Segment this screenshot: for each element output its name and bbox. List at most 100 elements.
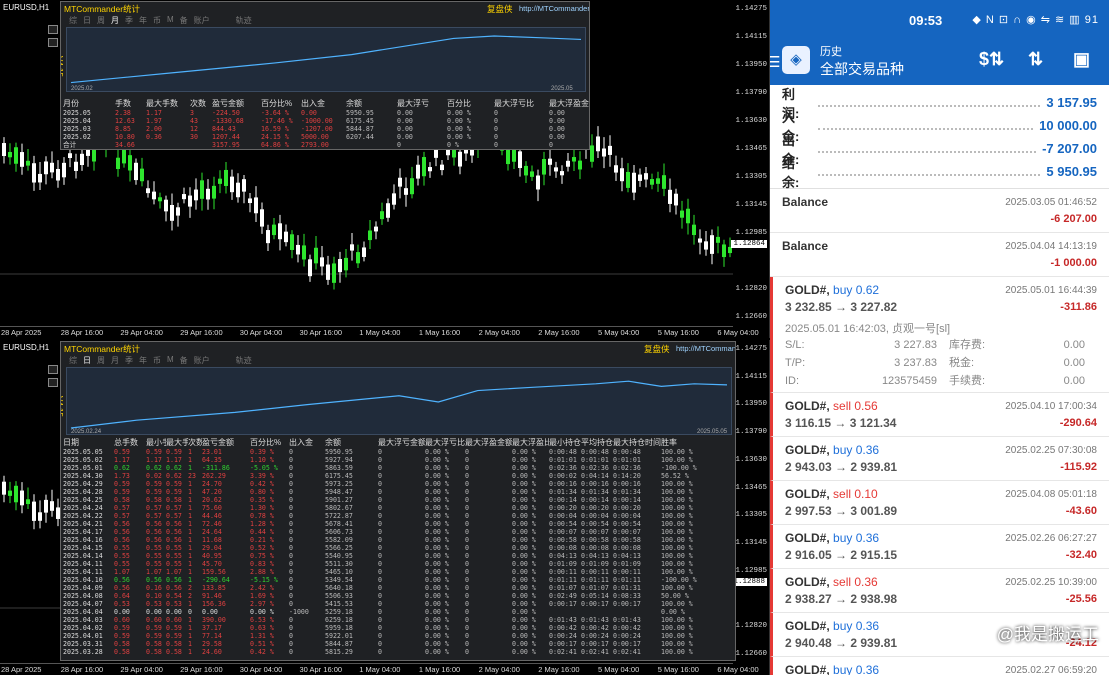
table-header: 胜率 xyxy=(661,438,677,447)
table-cell: 0.00 % xyxy=(512,512,536,520)
stats-tab[interactable]: 季 xyxy=(125,15,133,26)
stats-tab[interactable]: 综 xyxy=(69,15,77,26)
record-pl: -43.60 xyxy=(1065,505,1097,517)
menu-icon[interactable]: ☰ xyxy=(770,53,780,71)
trade-record[interactable]: GOLD#, sell 0.56 2025.04.10 17:00:34 3 116… xyxy=(770,393,1109,437)
candle-body xyxy=(608,145,612,155)
candle-body xyxy=(44,499,48,513)
stats-tab[interactable]: 年 xyxy=(139,355,147,366)
table-cell: 0:00:04 xyxy=(581,512,609,520)
trade-record-expanded[interactable]: GOLD#, buy 0.62 2025.05.01 16:44:39 3 232.… xyxy=(770,277,1109,393)
table-row: 2025.03.31 0.58 0.58 0.58 1 29.58 0.51 % 0 5844.… xyxy=(63,640,711,648)
stats-tab[interactable]: 币 xyxy=(153,15,161,26)
candle-body xyxy=(74,161,78,171)
trade-record[interactable]: GOLD#, buy 0.36 2025.02.26 06:27:27 2 916.… xyxy=(770,525,1109,569)
stats-track-tab[interactable]: 轨迹 xyxy=(236,15,252,26)
stats-tab[interactable]: M xyxy=(167,355,174,366)
stats-tab[interactable]: 日 xyxy=(83,355,91,366)
table-cell: 0:00:11 xyxy=(549,568,577,576)
table-cell: 2.00 xyxy=(146,125,162,133)
summary-value: 5 950.95 xyxy=(1046,164,1097,179)
candle-body xyxy=(14,485,18,503)
history-list[interactable]: Balance 2025.03.05 01:46:52 -6 207.00 Balan… xyxy=(770,189,1109,675)
price-tick: 1.12820 xyxy=(735,285,767,293)
stats-tab[interactable]: 月 xyxy=(111,355,119,366)
balance-record[interactable]: Balance 2025.03.05 01:46:52 -6 207.00 xyxy=(770,189,1109,233)
stats-tab[interactable]: 季 xyxy=(125,355,133,366)
candle-body xyxy=(2,481,6,495)
mtcommander-stats-window[interactable]: MTCommander统计 复盘侠 http://MTCommander.com… xyxy=(60,1,590,150)
table-cell: 0.55 xyxy=(114,560,130,568)
table-cell: 0 xyxy=(378,528,382,536)
stats-tab[interactable]: 币 xyxy=(153,355,161,366)
record-price: 3 116.15 → 3 121.34 xyxy=(785,416,897,430)
stats-tab[interactable]: 备 xyxy=(180,355,188,366)
candle-body xyxy=(290,234,294,250)
table-cell: 1.17 xyxy=(146,109,162,117)
table-cell: 0.00 % xyxy=(425,488,449,496)
stats-tab[interactable]: 月 xyxy=(111,15,119,26)
stats-tab-bar[interactable]: 综日周月季年币 M 备账户 轨迹 xyxy=(69,355,252,366)
table-cell: 0.00 % xyxy=(425,616,449,624)
chart-control-box[interactable] xyxy=(48,365,58,374)
table-cell: 0:02:41 xyxy=(581,648,609,656)
candle-body xyxy=(134,162,138,181)
stats-url-link[interactable]: http://MTCommander.com xyxy=(519,4,589,13)
table-cell: 0 xyxy=(378,464,382,472)
stats-tab[interactable]: 账户 xyxy=(194,355,210,366)
dollar-sort-icon[interactable]: $⇅ xyxy=(979,49,1004,70)
chart-control-box[interactable] xyxy=(48,25,58,34)
chart-control-box[interactable] xyxy=(48,38,58,47)
table-cell: 0.56 xyxy=(166,584,182,592)
table-cell: 0.00 % xyxy=(425,648,449,656)
chart-control-box[interactable] xyxy=(48,378,58,387)
top-chart-pane[interactable]: EURUSD,H1 1.14275 1.14115 1.13950 1.13790 1.… xyxy=(0,0,770,338)
stats-tab[interactable]: 日 xyxy=(83,15,91,26)
balance-record[interactable]: Balance 2025.04.04 14:13:19 -1 000.00 xyxy=(770,233,1109,277)
candle-body xyxy=(704,241,708,250)
candle-body xyxy=(638,174,642,181)
mobile-history-screen: 09:53 ◆ N ⊡ ∩ ◉ ⇋ ≋ ▥ 91 ☰ ◈ 历史 全部交易品种 $… xyxy=(770,0,1109,675)
candle-body xyxy=(188,195,192,207)
bottom-chart-pane[interactable]: EURUSD,H1 1.14275 1.14115 1.13950 1.13790 1.… xyxy=(0,340,770,675)
table-cell: -5.05 % xyxy=(250,464,278,472)
stats-tab[interactable]: 备 xyxy=(180,15,188,26)
stats-tab[interactable]: 周 xyxy=(97,355,105,366)
stats-tab[interactable]: 综 xyxy=(69,355,77,366)
table-cell: 0.00 % xyxy=(512,624,536,632)
table-cell: 5922.01 xyxy=(325,632,353,640)
kv-value: 3 237.83 xyxy=(894,357,937,369)
table-cell: 0 xyxy=(465,496,469,504)
trade-record[interactable]: GOLD#, sell 0.36 2025.02.25 10:39:00 2 938… xyxy=(770,569,1109,613)
stats-track-tab[interactable]: 轨迹 xyxy=(236,355,252,366)
stats-tab-bar[interactable]: 综日周月季年币 M 备账户 轨迹 xyxy=(69,15,252,26)
trade-record[interactable]: GOLD#, buy 0.36 2025.02.25 07:30:08 2 943.… xyxy=(770,437,1109,481)
calendar-icon[interactable]: ▣ xyxy=(1073,49,1090,70)
sort-icon[interactable]: ⇅ xyxy=(1028,49,1043,70)
table-cell: 156.36 xyxy=(202,600,226,608)
table-cell: 24.60 xyxy=(202,648,222,656)
trade-record[interactable]: GOLD#, sell 0.10 2025.04.08 05:01:18 2 997… xyxy=(770,481,1109,525)
table-cell: 0.00 % xyxy=(425,520,449,528)
table-cell: 1.07 xyxy=(166,568,182,576)
record-pl: -32.40 xyxy=(1065,549,1097,561)
table-cell: 0.55 xyxy=(146,552,162,560)
table-header: 最大浮盈金额 xyxy=(465,438,512,447)
table-cell: 0.59 xyxy=(114,624,130,632)
stats-tab[interactable]: 周 xyxy=(97,15,105,26)
table-cell: 0 xyxy=(378,648,382,656)
equity-line xyxy=(70,35,582,84)
table-cell: 0.00 % xyxy=(512,568,536,576)
candle-body xyxy=(674,193,678,206)
stats-tab[interactable]: 账户 xyxy=(194,15,210,26)
table-cell: 262.29 xyxy=(202,472,226,480)
stats-url-link[interactable]: http://MTCommander.com xyxy=(676,344,735,353)
stats-tab[interactable]: M xyxy=(167,15,174,26)
stats-tab[interactable]: 年 xyxy=(139,15,147,26)
table-cell: 0:01:34 xyxy=(613,488,641,496)
mtcommander-stats-window[interactable]: MTCommander统计 复盘侠 http://MTCommander.com… xyxy=(60,341,736,661)
trade-record[interactable]: GOLD#, buy 0.36 2025.02.27 06:59:20 xyxy=(770,657,1109,675)
record-symbol-name: GOLD#, xyxy=(785,531,830,545)
summary-dots xyxy=(818,122,1034,130)
table-cell: 5950.95 xyxy=(346,109,374,117)
